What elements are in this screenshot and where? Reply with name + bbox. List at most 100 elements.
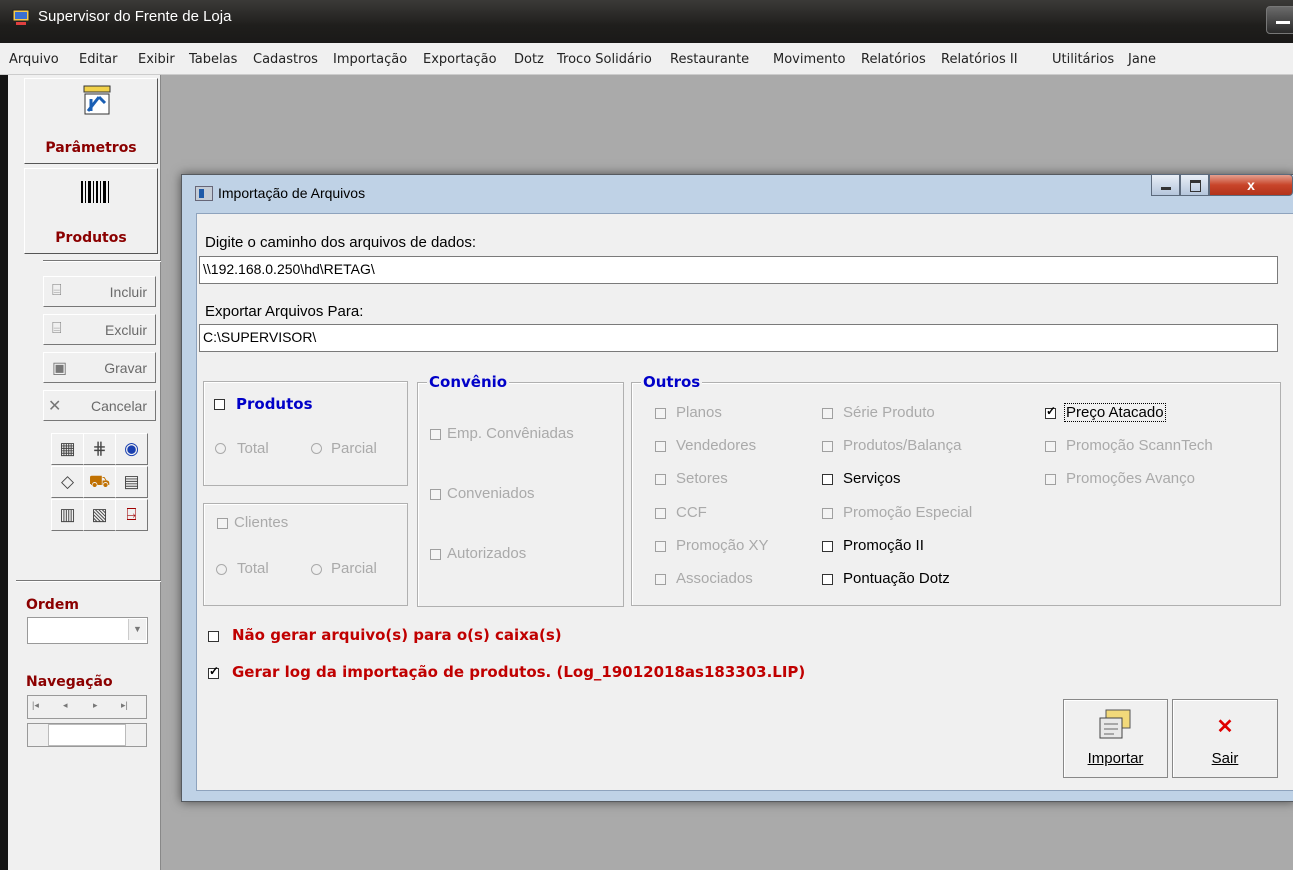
menu-relatorios[interactable]: Relatórios	[861, 52, 926, 67]
pontuacao-dotz-checkbox[interactable]	[822, 574, 833, 585]
eye-icon-button[interactable]: ◉	[115, 433, 148, 465]
menu-troco-solidario[interactable]: Troco Solidário	[557, 52, 652, 67]
document-icon-button[interactable]: ▧	[83, 499, 116, 531]
chevron-down-icon[interactable]: ▼	[128, 619, 146, 640]
planos-checkbox[interactable]	[655, 408, 666, 419]
menu-exibir[interactable]: Exibir	[138, 52, 175, 67]
chart-icon-button[interactable]: ▥	[51, 499, 84, 531]
parametros-button[interactable]: Parâmetros	[24, 78, 158, 164]
produtos-total-label: Total	[237, 440, 269, 457]
preco-atacado-checkbox[interactable]	[1045, 404, 1056, 419]
emp-conveniadas-checkbox[interactable]	[430, 429, 441, 440]
servicos-label: Serviços	[843, 470, 901, 487]
associados-checkbox[interactable]	[655, 574, 666, 585]
incluir-button[interactable]: ⌸ Incluir	[43, 276, 156, 307]
cancelar-button[interactable]: ✕ Cancelar	[43, 390, 156, 421]
dialog-minimize-button[interactable]	[1151, 174, 1180, 196]
menu-editar[interactable]: Editar	[79, 52, 118, 67]
gerar-log-checkbox[interactable]	[208, 664, 219, 679]
promocao-xy-checkbox[interactable]	[655, 541, 666, 552]
import-folder-icon	[1099, 709, 1131, 739]
minimize-main-button[interactable]	[1266, 6, 1293, 34]
nao-gerar-label: Não gerar arquivo(s) para o(s) caixa(s)	[232, 626, 562, 644]
servicos-checkbox[interactable]	[822, 474, 833, 485]
clientes-label: Clientes	[234, 514, 289, 531]
conveniados-label: Conveniados	[447, 485, 535, 502]
last-record-icon[interactable]: ▸|	[121, 700, 128, 711]
produtos-parcial-radio[interactable]	[311, 443, 322, 454]
box-icon-button[interactable]: ◇	[51, 466, 84, 498]
dialog-maximize-button[interactable]	[1180, 174, 1209, 196]
produtos-group-label: Produtos	[234, 395, 315, 413]
gravar-label: Gravar	[104, 360, 147, 376]
truck-icon-button[interactable]: ⛟	[83, 466, 116, 498]
vendedores-checkbox[interactable]	[655, 441, 666, 452]
first-record-icon[interactable]: |◂	[32, 700, 39, 711]
dialog-close-button[interactable]: x	[1209, 174, 1293, 196]
ordem-dropdown[interactable]: ▼	[27, 617, 148, 644]
calculator-icon-button[interactable]: ▤	[115, 466, 148, 498]
menu-restaurante[interactable]: Restaurante	[670, 52, 749, 67]
promocao-especial-checkbox[interactable]	[822, 508, 833, 519]
gravar-button[interactable]: ▣ Gravar	[43, 352, 156, 383]
menu-bar: Arquivo Editar Exibir Tabelas Cadastros …	[0, 43, 1293, 75]
document-icon: ▧	[91, 505, 108, 524]
minimize-icon	[1161, 187, 1171, 190]
menu-importacao[interactable]: Importação	[333, 52, 407, 67]
menu-movimento[interactable]: Movimento	[773, 52, 845, 67]
clientes-parcial-radio[interactable]	[311, 564, 322, 575]
ccf-checkbox[interactable]	[655, 508, 666, 519]
produtos-total-radio[interactable]	[215, 443, 226, 454]
ordem-label: Ordem	[26, 597, 79, 613]
conveniados-checkbox[interactable]	[430, 489, 441, 500]
menu-janela[interactable]: Jane	[1128, 52, 1156, 67]
exit-icon-button[interactable]: ⍈	[115, 499, 148, 531]
serie-produto-checkbox[interactable]	[822, 408, 833, 419]
maximize-icon	[1190, 180, 1201, 192]
setores-checkbox[interactable]	[655, 474, 666, 485]
export-path-input[interactable]: C:\SUPERVISOR\	[199, 324, 1278, 352]
excluir-button[interactable]: ⌸ Excluir	[43, 314, 156, 345]
truck-icon: ⛟	[88, 472, 111, 491]
produtos-checkbox[interactable]	[214, 399, 225, 410]
sair-x-icon: ✕	[1216, 716, 1234, 738]
ccf-label: CCF	[676, 504, 707, 521]
promocao-ii-checkbox[interactable]	[822, 541, 833, 552]
autorizados-checkbox[interactable]	[430, 549, 441, 560]
menu-arquivo[interactable]: Arquivo	[9, 52, 59, 67]
export-label: Exportar Arquivos Para:	[205, 303, 364, 320]
clientes-checkbox[interactable]	[217, 518, 228, 529]
sair-label: Sair	[1211, 750, 1239, 767]
horizontal-scrollbar[interactable]	[27, 723, 147, 747]
scrollbar-thumb[interactable]	[48, 724, 126, 746]
menu-utilitarios[interactable]: Utilitários	[1052, 52, 1114, 67]
calc-grid-icon-button[interactable]: ⋕	[83, 433, 116, 465]
serie-produto-label: Série Produto	[843, 404, 935, 421]
promocao-ii-label: Promoção II	[843, 537, 924, 554]
report-icon-button[interactable]: ▦	[51, 433, 84, 465]
path-input[interactable]: \\192.168.0.250\hd\RETAG\	[199, 256, 1278, 284]
outros-title: Outros	[641, 373, 703, 391]
menu-cadastros[interactable]: Cadastros	[253, 52, 318, 67]
menu-dotz[interactable]: Dotz	[514, 52, 544, 67]
menu-exportacao[interactable]: Exportação	[423, 52, 497, 67]
app-title: Supervisor do Frente de Loja	[38, 8, 232, 25]
promocao-scanntech-checkbox[interactable]	[1045, 441, 1056, 452]
clientes-total-radio[interactable]	[216, 564, 227, 575]
toolbar-divider	[43, 260, 161, 262]
next-record-icon[interactable]: ▸	[93, 700, 98, 711]
promocoes-avanco-checkbox[interactable]	[1045, 474, 1056, 485]
menu-relatorios-ii[interactable]: Relatórios II	[941, 52, 1018, 67]
produtos-button[interactable]: Produtos	[24, 168, 158, 254]
box-icon: ◇	[60, 472, 75, 491]
convenio-title: Convênio	[427, 373, 510, 391]
gerar-log-label: Gerar log da importação de produtos. (Lo…	[232, 663, 806, 681]
left-toolbar: Parâmetros Produtos ⌸ Incluir ⌸ Excluir …	[8, 75, 161, 870]
importar-button[interactable]: Importar	[1063, 699, 1168, 778]
prev-record-icon[interactable]: ◂	[63, 700, 68, 711]
sair-button[interactable]: ✕ Sair	[1172, 699, 1278, 778]
menu-tabelas[interactable]: Tabelas	[189, 52, 237, 67]
nao-gerar-checkbox[interactable]	[208, 631, 219, 642]
produtos-balanca-checkbox[interactable]	[822, 441, 833, 452]
exit-door-icon: ⍈	[126, 505, 137, 524]
